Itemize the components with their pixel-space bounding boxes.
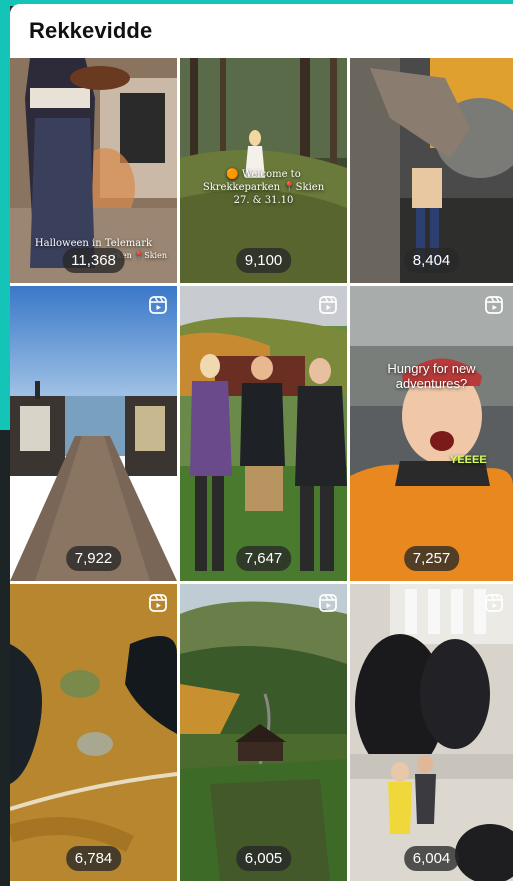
reach-count: 7,647 [235, 546, 292, 571]
tile-image [10, 286, 177, 581]
overlay-line-1: 🟠 Welcome to [226, 169, 301, 180]
reels-icon [319, 296, 337, 314]
media-tile-5[interactable]: 7,647 [180, 286, 347, 581]
overlay-line-3: 27. & 31.10 [233, 195, 294, 206]
overlay-line-2: Skrekkeparken 📍Skien [202, 182, 325, 193]
reach-count: 6,784 [65, 846, 122, 871]
overlay-question: Hungry for new adventures? [387, 361, 476, 391]
section-title: Rekkevidde [29, 18, 153, 43]
window-left-dark-edge [0, 430, 10, 886]
tile-image [10, 584, 177, 881]
tile-image [350, 584, 513, 881]
reels-icon [149, 296, 167, 314]
media-tile-9[interactable]: 6,004 [350, 584, 513, 881]
reach-count: 7,257 [403, 546, 460, 571]
media-grid: Halloween in Telemark rken 📍Skien 11,368… [10, 58, 513, 886]
window-left-accent [0, 0, 10, 430]
tile-image [350, 286, 513, 581]
reels-icon [485, 296, 503, 314]
reach-count: 11,368 [62, 248, 125, 273]
reach-count: 9,100 [235, 248, 292, 273]
reels-icon [485, 594, 503, 612]
overlay-exclamation: YEEEE [450, 454, 487, 466]
media-tile-3[interactable]: 8,404 [350, 58, 513, 283]
reels-icon [149, 594, 167, 612]
media-tile-2[interactable]: 🟠 Welcome to Skrekkeparken 📍Skien 27. & … [180, 58, 347, 283]
media-tile-7[interactable]: 6,784 [10, 584, 177, 881]
tile-image [180, 286, 347, 581]
media-tile-4[interactable]: 7,922 [10, 286, 177, 581]
media-tile-8[interactable]: 6,005 [180, 584, 347, 881]
reach-count: 7,922 [65, 546, 122, 571]
media-tile-6[interactable]: Hungry for new adventures? YEEEE 7,257 [350, 286, 513, 581]
reach-count: 6,005 [235, 846, 292, 871]
reach-count: 8,404 [403, 248, 460, 273]
reach-count: 6,004 [403, 846, 460, 871]
reels-icon [319, 594, 337, 612]
media-tile-1[interactable]: Halloween in Telemark rken 📍Skien 11,368 [10, 58, 177, 283]
tile-image [180, 584, 347, 881]
